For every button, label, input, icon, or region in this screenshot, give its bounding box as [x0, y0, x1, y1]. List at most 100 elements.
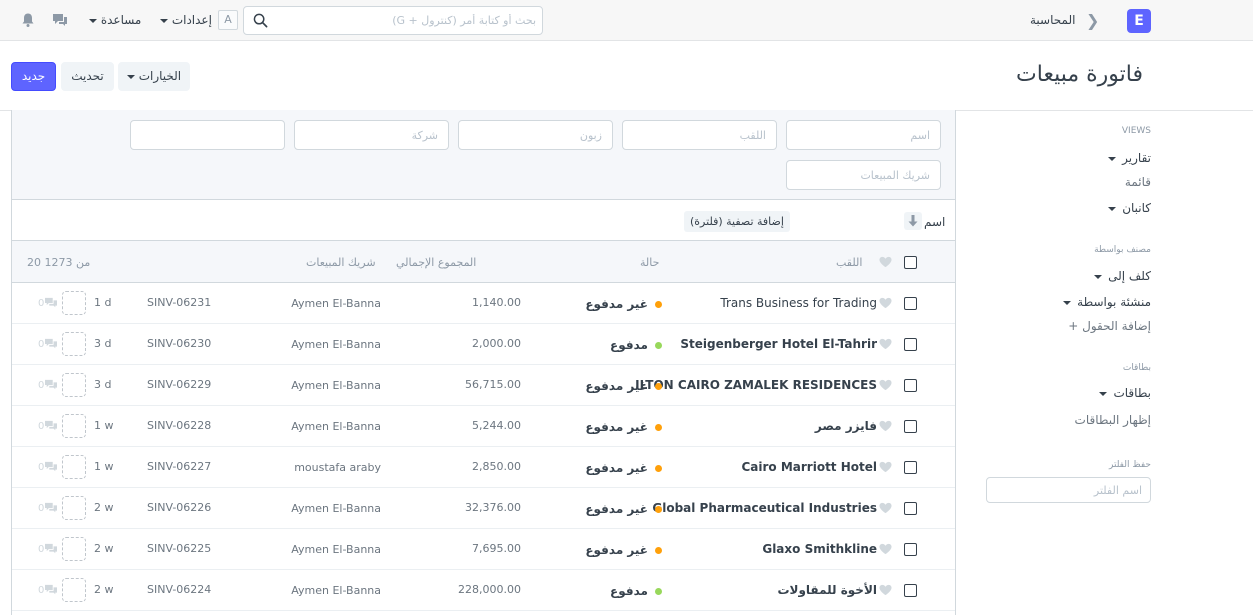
search-input[interactable]: [274, 7, 536, 34]
heart-icon[interactable]: [879, 256, 892, 268]
heart-icon[interactable]: [879, 338, 892, 350]
sidebar-item-created-by[interactable]: منشئة بواسطة: [1063, 295, 1151, 309]
breadcrumb[interactable]: المحاسبة: [1030, 13, 1075, 27]
row-avatar-placeholder: [62, 291, 86, 315]
row-comment-count: 0: [38, 297, 58, 309]
status-indicator: [655, 424, 662, 431]
row-avatar-placeholder: [62, 496, 86, 520]
row-title[interactable]: فايزر مصر: [815, 419, 877, 433]
row-checkbox[interactable]: [904, 584, 917, 597]
list-row[interactable]: Glaxo Smithkline غير مدفوع 7,695.00 Aymen E…: [12, 529, 955, 570]
caret-down-icon: [160, 18, 168, 23]
list-row[interactable]: Global Pharmaceutical Industries غير مدفو…: [12, 488, 955, 529]
sidebar-item-kanban[interactable]: كانبان: [1108, 201, 1151, 215]
list-row[interactable]: الأخوة للمقاولات مدفوع 228,000.00 Aymen El-…: [12, 570, 955, 611]
select-all-checkbox[interactable]: [904, 256, 917, 269]
refresh-button[interactable]: تحديث: [61, 62, 114, 91]
heart-icon[interactable]: [879, 584, 892, 596]
row-document-id[interactable]: SINV-06228: [147, 419, 211, 432]
notification-bell-icon[interactable]: [20, 12, 36, 28]
customer-filter-input[interactable]: [458, 120, 613, 150]
show-tags-link[interactable]: إظهار البطاقات: [1075, 413, 1151, 427]
settings-dropdown[interactable]: إعدادات: [160, 13, 212, 27]
status-label: غير مدفوع: [585, 297, 648, 311]
messages-icon[interactable]: [52, 12, 68, 28]
heart-icon[interactable]: [879, 297, 892, 309]
column-status[interactable]: حالة: [640, 256, 659, 269]
extra-filter-input[interactable]: [130, 120, 285, 150]
add-fields-link[interactable]: إضافة الحقول +: [1068, 319, 1151, 333]
row-title[interactable]: Glaxo Smithkline: [762, 542, 877, 556]
row-checkbox[interactable]: [904, 420, 917, 433]
row-document-id[interactable]: SINV-06231: [147, 296, 211, 309]
row-title[interactable]: Trans Business for Trading: [720, 296, 877, 310]
row-avatar-placeholder: [62, 455, 86, 479]
row-modified-ago: 2 w: [94, 542, 114, 555]
status-indicator: [655, 588, 662, 595]
row-document-id[interactable]: SINV-06224: [147, 583, 211, 596]
comment-icon: [44, 543, 58, 555]
status-indicator: [655, 383, 662, 390]
column-title[interactable]: اللقب: [836, 256, 862, 269]
row-document-id[interactable]: SINV-06229: [147, 378, 211, 391]
row-modified-ago: 3 d: [94, 378, 112, 391]
list-row[interactable]: فايزر مصر غير مدفوع 5,244.00 Aymen El-Banna…: [12, 406, 955, 447]
sidebar-item-reports[interactable]: تقارير: [1108, 151, 1151, 165]
heart-icon[interactable]: [879, 379, 892, 391]
row-comment-count: 0: [38, 338, 58, 350]
list-row[interactable]: Steigenberger Hotel El-Tahrir مدفوع 2,000.…: [12, 324, 955, 365]
list-row[interactable]: ILTON CAIRO ZAMALEK RESIDENCES غير مدفوع 5…: [12, 365, 955, 406]
row-comment-count: 0: [38, 461, 58, 473]
new-button[interactable]: جديد: [11, 62, 56, 91]
tags-header: بطاقات: [1122, 363, 1151, 373]
row-comment-count: 0: [38, 584, 58, 596]
list-row[interactable]: Trans Business for Trading غير مدفوع 1,140…: [12, 283, 955, 324]
row-avatar-placeholder: [62, 332, 86, 356]
sort-by-label[interactable]: اسم: [924, 215, 945, 229]
row-title[interactable]: ILTON CAIRO ZAMALEK RESIDENCES: [635, 378, 877, 392]
row-checkbox[interactable]: [904, 338, 917, 351]
status-label: غير مدفوع: [585, 543, 648, 557]
options-dropdown[interactable]: الخيارات: [118, 62, 190, 91]
heart-icon[interactable]: [879, 420, 892, 432]
row-title[interactable]: Global Pharmaceutical Industries: [652, 501, 877, 515]
row-checkbox[interactable]: [904, 297, 917, 310]
sidebar-item-list[interactable]: قائمة: [1125, 175, 1151, 189]
awesome-bar[interactable]: [243, 6, 543, 35]
heart-icon[interactable]: [879, 543, 892, 555]
row-grand-total: 2,000.00: [472, 337, 521, 350]
row-checkbox[interactable]: [904, 379, 917, 392]
chevron-left-icon[interactable]: ❯: [1086, 11, 1099, 30]
sort-order-button[interactable]: [904, 212, 922, 230]
app-logo[interactable]: E: [1127, 9, 1151, 33]
column-sales-partner[interactable]: شريك المبيعات: [306, 256, 376, 269]
name-filter-input[interactable]: [786, 120, 941, 150]
column-grand-total[interactable]: المجموع الإجمالي: [396, 256, 476, 269]
row-document-id[interactable]: SINV-06230: [147, 337, 211, 350]
row-title[interactable]: الأخوة للمقاولات: [777, 583, 877, 597]
title-filter-input[interactable]: [622, 120, 777, 150]
row-document-id[interactable]: SINV-06226: [147, 501, 211, 514]
heart-icon[interactable]: [879, 502, 892, 514]
row-document-id[interactable]: SINV-06225: [147, 542, 211, 555]
filter-name-input[interactable]: [986, 477, 1151, 503]
company-filter-input[interactable]: [294, 120, 449, 150]
heart-icon[interactable]: [879, 461, 892, 473]
tags-label: بطاقات: [1113, 386, 1151, 400]
row-checkbox[interactable]: [904, 461, 917, 474]
add-filter-button[interactable]: إضافة تصفية (فلترة): [684, 211, 790, 232]
row-checkbox[interactable]: [904, 543, 917, 556]
row-checkbox[interactable]: [904, 502, 917, 515]
sidebar-item-tags[interactable]: بطاقات: [1099, 386, 1151, 400]
row-sales-partner: Aymen El-Banna: [291, 379, 381, 392]
row-document-id[interactable]: SINV-06227: [147, 460, 211, 473]
row-title[interactable]: Steigenberger Hotel El-Tahrir: [680, 337, 877, 351]
status-label: مدفوع: [610, 338, 648, 352]
sidebar-item-assigned-to[interactable]: كلف إلى: [1094, 269, 1151, 283]
list-row[interactable]: Cairo Marriott Hotel غير مدفوع 2,850.00 mou…: [12, 447, 955, 488]
sales-partner-filter-input[interactable]: [786, 160, 941, 190]
row-title[interactable]: Cairo Marriott Hotel: [741, 460, 877, 474]
help-dropdown[interactable]: مساعدة: [89, 13, 141, 27]
avatar[interactable]: A: [218, 10, 238, 30]
row-grand-total: 7,695.00: [472, 542, 521, 555]
